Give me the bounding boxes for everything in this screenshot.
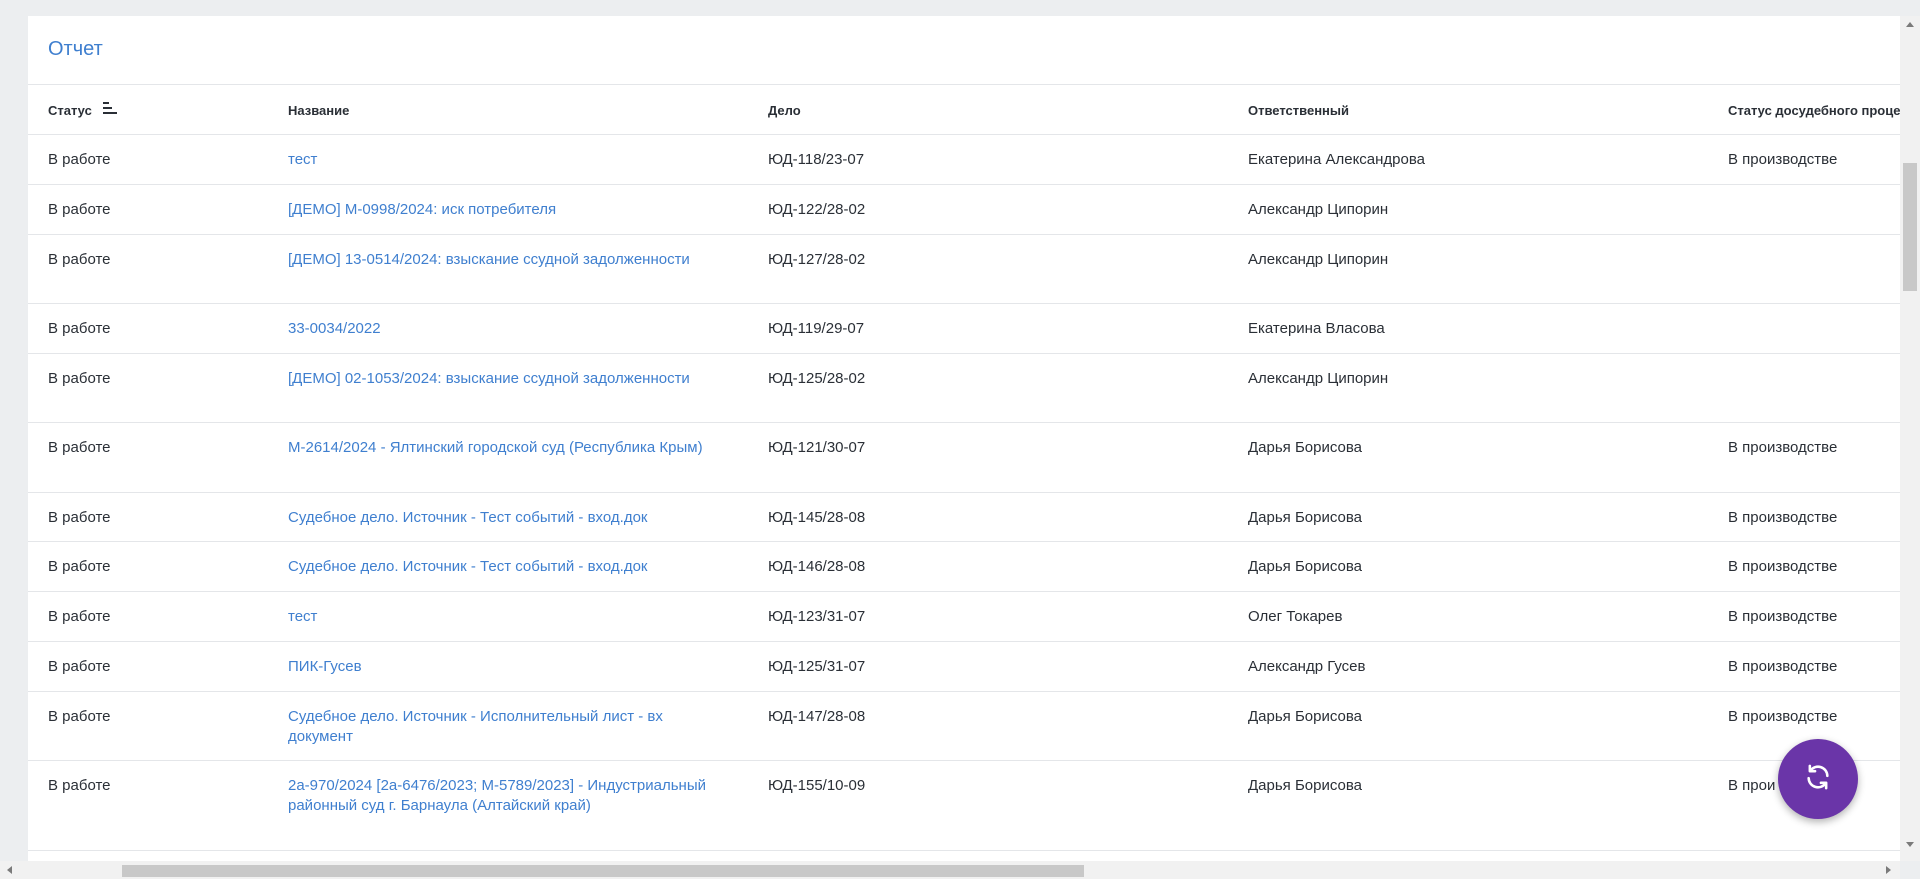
cell-name-link[interactable]: [ДЕМО] 02-1053/2024: взыскание ссудной з… bbox=[288, 369, 728, 389]
cell-status: В работе bbox=[48, 608, 111, 625]
cell-name-link[interactable]: [ДЕМО] 13-0514/2024: взыскание ссудной з… bbox=[288, 250, 728, 270]
scroll-down-arrow-icon[interactable] bbox=[1906, 842, 1914, 847]
table-row[interactable]: В работе М-2614/2024 - Ялтинский городско… bbox=[28, 423, 1900, 493]
table-row[interactable]: В работе [ДЕМО] 13-0514/2024: взыскание с… bbox=[28, 235, 1900, 304]
column-header-status[interactable]: Статус bbox=[48, 102, 118, 119]
cell-pretrial-status: В производстве bbox=[1728, 658, 1838, 675]
cell-responsible: Дарья Борисова bbox=[1248, 777, 1363, 794]
refresh-button[interactable] bbox=[1778, 739, 1858, 819]
cell-responsible: Александр Ципорин bbox=[1248, 370, 1389, 387]
cell-case: ЮД-123/31-07 bbox=[768, 608, 866, 625]
scroll-right-arrow-icon[interactable] bbox=[1886, 866, 1891, 874]
cell-status: В работе bbox=[48, 370, 111, 387]
table-row[interactable]: В работе 2а-970/2024 [2а-6476/2023; М-578… bbox=[28, 761, 1900, 851]
cell-status: В работе bbox=[48, 658, 111, 675]
column-header-responsible[interactable]: Ответственный bbox=[1248, 103, 1349, 118]
cell-case: ЮД-146/28-08 bbox=[768, 558, 866, 575]
cell-status: В работе bbox=[48, 251, 111, 268]
cell-responsible: Александр Гусев bbox=[1248, 658, 1366, 675]
cell-pretrial-status: В производстве bbox=[1728, 151, 1838, 168]
column-header-name[interactable]: Название bbox=[288, 103, 349, 118]
cell-status: В работе bbox=[48, 558, 111, 575]
cell-name-link[interactable]: Судебное дело. Источник - Тест событий -… bbox=[288, 557, 728, 577]
vertical-scrollbar[interactable] bbox=[1900, 16, 1920, 861]
cell-case: ЮД-118/23-07 bbox=[768, 151, 865, 168]
cell-responsible: Дарья Борисова bbox=[1248, 558, 1363, 575]
column-header-status-label: Статус bbox=[48, 103, 92, 118]
cell-case: ЮД-125/28-02 bbox=[768, 370, 866, 387]
cell-name-link[interactable]: М-2614/2024 - Ялтинский городской суд (Р… bbox=[288, 438, 728, 458]
cell-case: ЮД-121/30-07 bbox=[768, 439, 866, 456]
cell-case: ЮД-122/28-02 bbox=[768, 201, 866, 218]
cell-responsible: Екатерина Власова bbox=[1248, 320, 1385, 337]
cell-case: ЮД-127/28-02 bbox=[768, 251, 866, 268]
cell-case: ЮД-125/31-07 bbox=[768, 658, 866, 675]
cell-case: ЮД-155/10-09 bbox=[768, 777, 866, 794]
table-row[interactable]: В работе тест ЮД-118/23-07 Екатерина Алекса… bbox=[28, 135, 1900, 185]
cell-pretrial-status: В производстве bbox=[1728, 558, 1838, 575]
cell-status: В работе bbox=[48, 201, 111, 218]
column-header-case[interactable]: Дело bbox=[768, 103, 801, 118]
table-row[interactable]: В работе тест ЮД-123/31-07 Олег Токарев В пр… bbox=[28, 592, 1900, 642]
cell-pretrial-status: В прои bbox=[1728, 777, 1776, 794]
report-card: Отчет Статус Название Дело Ответственный… bbox=[28, 16, 1900, 861]
cell-status: В работе bbox=[48, 708, 111, 725]
cell-responsible: Дарья Борисова bbox=[1248, 439, 1363, 456]
cell-name-link[interactable]: 33-0034/2022 bbox=[288, 319, 728, 339]
table-row[interactable]: В работе Судебное дело. Источник - Тест с… bbox=[28, 493, 1900, 542]
cell-name-link[interactable]: [ДЕМО] М-0998/2024: иск потребителя bbox=[288, 200, 728, 220]
scroll-up-arrow-icon[interactable] bbox=[1906, 22, 1914, 27]
cell-responsible: Александр Ципорин bbox=[1248, 201, 1389, 218]
table-row[interactable]: В работе [ДЕМО] М-0998/2024: иск потребит… bbox=[28, 185, 1900, 235]
horizontal-scroll-thumb[interactable] bbox=[122, 865, 1084, 877]
report-title: Отчет bbox=[48, 38, 103, 60]
cell-name-link[interactable]: Судебное дело. Источник - Тест событий -… bbox=[288, 508, 728, 528]
cell-status: В работе bbox=[48, 151, 111, 168]
table-body: В работе тест ЮД-118/23-07 Екатерина Алекса… bbox=[28, 135, 1900, 851]
cell-status: В работе bbox=[48, 777, 111, 794]
cell-responsible: Екатерина Александрова bbox=[1248, 151, 1426, 168]
scroll-left-arrow-icon[interactable] bbox=[7, 866, 12, 874]
vertical-scroll-thumb[interactable] bbox=[1903, 163, 1917, 291]
cell-pretrial-status: В производстве bbox=[1728, 708, 1838, 725]
cell-pretrial-status: В производстве bbox=[1728, 509, 1838, 526]
cell-pretrial-status: В производстве bbox=[1728, 608, 1838, 625]
table-row[interactable]: В работе Судебное дело. Источник - Исполн… bbox=[28, 692, 1900, 761]
cell-status: В работе bbox=[48, 320, 111, 337]
horizontal-scrollbar[interactable] bbox=[0, 861, 1900, 879]
table-header: Статус Название Дело Ответственный Стату… bbox=[28, 85, 1900, 135]
cell-responsible: Олег Токарев bbox=[1248, 608, 1343, 625]
sort-lines-icon[interactable] bbox=[103, 102, 118, 117]
cell-pretrial-status: В производстве bbox=[1728, 439, 1838, 456]
table-row[interactable]: В работе [ДЕМО] 02-1053/2024: взыскание с… bbox=[28, 354, 1900, 423]
cell-responsible: Дарья Борисова bbox=[1248, 509, 1363, 526]
table-row[interactable]: В работе 33-0034/2022 ЮД-119/29-07 Екатерин… bbox=[28, 304, 1900, 354]
cell-name-link[interactable]: тест bbox=[288, 607, 728, 627]
cell-responsible: Александр Ципорин bbox=[1248, 251, 1389, 268]
cell-case: ЮД-145/28-08 bbox=[768, 509, 866, 526]
cell-case: ЮД-119/29-07 bbox=[768, 320, 865, 337]
cell-name-link[interactable]: 2а-970/2024 [2а-6476/2023; М-5789/2023] … bbox=[288, 776, 728, 816]
report-table: Статус Название Дело Ответственный Стату… bbox=[28, 85, 1900, 851]
cell-name-link[interactable]: тест bbox=[288, 150, 728, 170]
cell-case: ЮД-147/28-08 bbox=[768, 708, 866, 725]
cell-name-link[interactable]: Судебное дело. Источник - Исполнительный… bbox=[288, 707, 728, 747]
cell-status: В работе bbox=[48, 439, 111, 456]
cell-responsible: Дарья Борисова bbox=[1248, 708, 1363, 725]
table-row[interactable]: В работе ПИК-Гусев ЮД-125/31-07 Александр Г… bbox=[28, 642, 1900, 692]
column-header-pretrial-status[interactable]: Статус досудебного проце bbox=[1728, 103, 1900, 118]
refresh-icon bbox=[1804, 763, 1832, 796]
cell-status: В работе bbox=[48, 509, 111, 526]
cell-name-link[interactable]: ПИК-Гусев bbox=[288, 657, 728, 677]
table-row[interactable]: В работе Судебное дело. Источник - Тест с… bbox=[28, 542, 1900, 592]
